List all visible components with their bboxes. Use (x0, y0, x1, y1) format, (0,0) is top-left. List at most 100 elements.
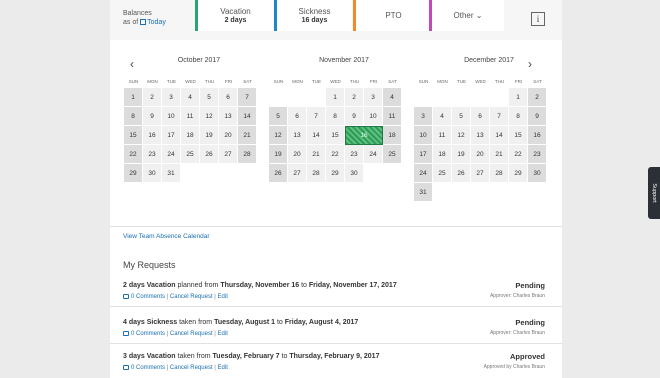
edit-link[interactable]: Edit (218, 365, 228, 371)
day-cell[interactable]: 16 (528, 126, 547, 145)
day-cell[interactable]: 23 (345, 145, 364, 164)
day-cell[interactable]: 20 (219, 126, 238, 145)
day-cell[interactable]: 12 (269, 126, 288, 145)
day-cell[interactable]: 20 (471, 145, 490, 164)
day-cell[interactable]: 2 (143, 88, 162, 107)
day-cell[interactable]: 5 (200, 88, 219, 107)
day-cell[interactable]: 28 (490, 164, 509, 183)
day-cell[interactable]: 30 (528, 164, 547, 183)
day-cell[interactable]: 12 (200, 107, 219, 126)
team-absence-calendar-link[interactable]: View Team Absence Calendar (123, 233, 209, 240)
day-cell[interactable]: 2 (528, 88, 547, 107)
day-cell[interactable]: 13 (219, 107, 238, 126)
selected-range[interactable]: 16 (345, 126, 383, 145)
day-cell[interactable]: 15 (124, 126, 143, 145)
cancel-request-link[interactable]: Cancel Request (170, 331, 213, 337)
edit-link[interactable]: Edit (218, 331, 228, 337)
day-cell[interactable]: 6 (219, 88, 238, 107)
balance-tab-vacation[interactable]: Vacation 2 days (195, 0, 273, 31)
day-cell[interactable]: 23 (143, 145, 162, 164)
day-cell[interactable]: 19 (200, 126, 219, 145)
day-cell[interactable]: 14 (307, 126, 326, 145)
day-cell[interactable]: 19 (452, 145, 471, 164)
day-cell[interactable]: 18 (383, 126, 402, 145)
comments-link[interactable]: 0 Comments (131, 294, 165, 300)
day-cell[interactable]: 9 (345, 107, 364, 126)
cancel-request-link[interactable]: Cancel Request (170, 365, 213, 371)
day-cell[interactable]: 26 (452, 164, 471, 183)
day-cell[interactable]: 27 (288, 164, 307, 183)
day-cell[interactable]: 7 (238, 88, 257, 107)
day-cell[interactable]: 24 (414, 164, 433, 183)
day-cell[interactable]: 3 (364, 88, 383, 107)
day-cell[interactable]: 25 (383, 145, 402, 164)
day-cell[interactable]: 4 (433, 107, 452, 126)
day-cell[interactable]: 27 (471, 164, 490, 183)
balance-tab-sickness[interactable]: Sickness 16 days (274, 0, 352, 31)
day-cell[interactable]: 7 (490, 107, 509, 126)
day-cell[interactable]: 21 (307, 145, 326, 164)
day-cell[interactable]: 16 (143, 126, 162, 145)
day-cell[interactable]: 30 (345, 164, 364, 183)
day-cell[interactable]: 1 (326, 88, 345, 107)
day-cell[interactable]: 15 (326, 126, 345, 145)
day-cell[interactable]: 6 (471, 107, 490, 126)
today-link[interactable]: Today (140, 19, 166, 26)
day-cell[interactable]: 9 (143, 107, 162, 126)
day-cell[interactable]: 27 (219, 145, 238, 164)
day-cell[interactable]: 14 (238, 107, 257, 126)
day-cell[interactable]: 25 (433, 164, 452, 183)
cancel-request-link[interactable]: Cancel Request (170, 294, 213, 300)
day-cell[interactable]: 9 (528, 107, 547, 126)
day-cell[interactable]: 13 (288, 126, 307, 145)
day-cell[interactable]: 26 (200, 145, 219, 164)
day-cell[interactable]: 10 (414, 126, 433, 145)
day-cell[interactable]: 8 (509, 107, 528, 126)
day-cell[interactable]: 1 (509, 88, 528, 107)
day-cell[interactable]: 10 (364, 107, 383, 126)
edit-link[interactable]: Edit (218, 294, 228, 300)
day-cell[interactable]: 22 (124, 145, 143, 164)
day-cell[interactable]: 28 (307, 164, 326, 183)
day-cell[interactable]: 31 (162, 164, 181, 183)
info-icon[interactable]: i (531, 12, 545, 26)
day-cell[interactable]: 29 (509, 164, 528, 183)
day-cell[interactable]: 21 (238, 126, 257, 145)
balance-tab-pto[interactable]: PTO (353, 0, 431, 31)
day-cell[interactable]: 10 (162, 107, 181, 126)
day-cell[interactable]: 18 (181, 126, 200, 145)
day-cell[interactable]: 30 (143, 164, 162, 183)
day-cell[interactable]: 24 (162, 145, 181, 164)
day-cell[interactable]: 5 (452, 107, 471, 126)
day-cell[interactable]: 11 (383, 107, 402, 126)
day-cell[interactable]: 7 (307, 107, 326, 126)
day-cell[interactable]: 28 (238, 145, 257, 164)
day-cell[interactable]: 12 (452, 126, 471, 145)
balance-tab-other-dropdown[interactable]: Other ⌄ (429, 0, 504, 31)
day-cell[interactable]: 29 (326, 164, 345, 183)
day-cell[interactable]: 17 (414, 145, 433, 164)
day-cell[interactable]: 18 (433, 145, 452, 164)
day-cell[interactable]: 13 (471, 126, 490, 145)
day-cell[interactable]: 8 (124, 107, 143, 126)
day-cell[interactable]: 1 (124, 88, 143, 107)
day-cell[interactable]: 26 (269, 164, 288, 183)
day-cell[interactable]: 3 (414, 107, 433, 126)
day-cell[interactable]: 11 (181, 107, 200, 126)
day-cell[interactable]: 20 (288, 145, 307, 164)
day-cell[interactable]: 21 (490, 145, 509, 164)
day-cell[interactable]: 6 (288, 107, 307, 126)
day-cell[interactable]: 29 (124, 164, 143, 183)
day-cell[interactable]: 4 (181, 88, 200, 107)
day-cell[interactable]: 25 (181, 145, 200, 164)
day-cell[interactable]: 2 (345, 88, 364, 107)
comments-link[interactable]: 0 Comments (131, 331, 165, 337)
day-cell[interactable]: 11 (433, 126, 452, 145)
day-cell[interactable]: 31 (414, 183, 433, 202)
day-cell[interactable]: 19 (269, 145, 288, 164)
comments-link[interactable]: 0 Comments (131, 365, 165, 371)
day-cell[interactable]: 5 (269, 107, 288, 126)
day-cell[interactable]: 14 (490, 126, 509, 145)
day-cell[interactable]: 22 (509, 145, 528, 164)
day-cell[interactable]: 8 (326, 107, 345, 126)
